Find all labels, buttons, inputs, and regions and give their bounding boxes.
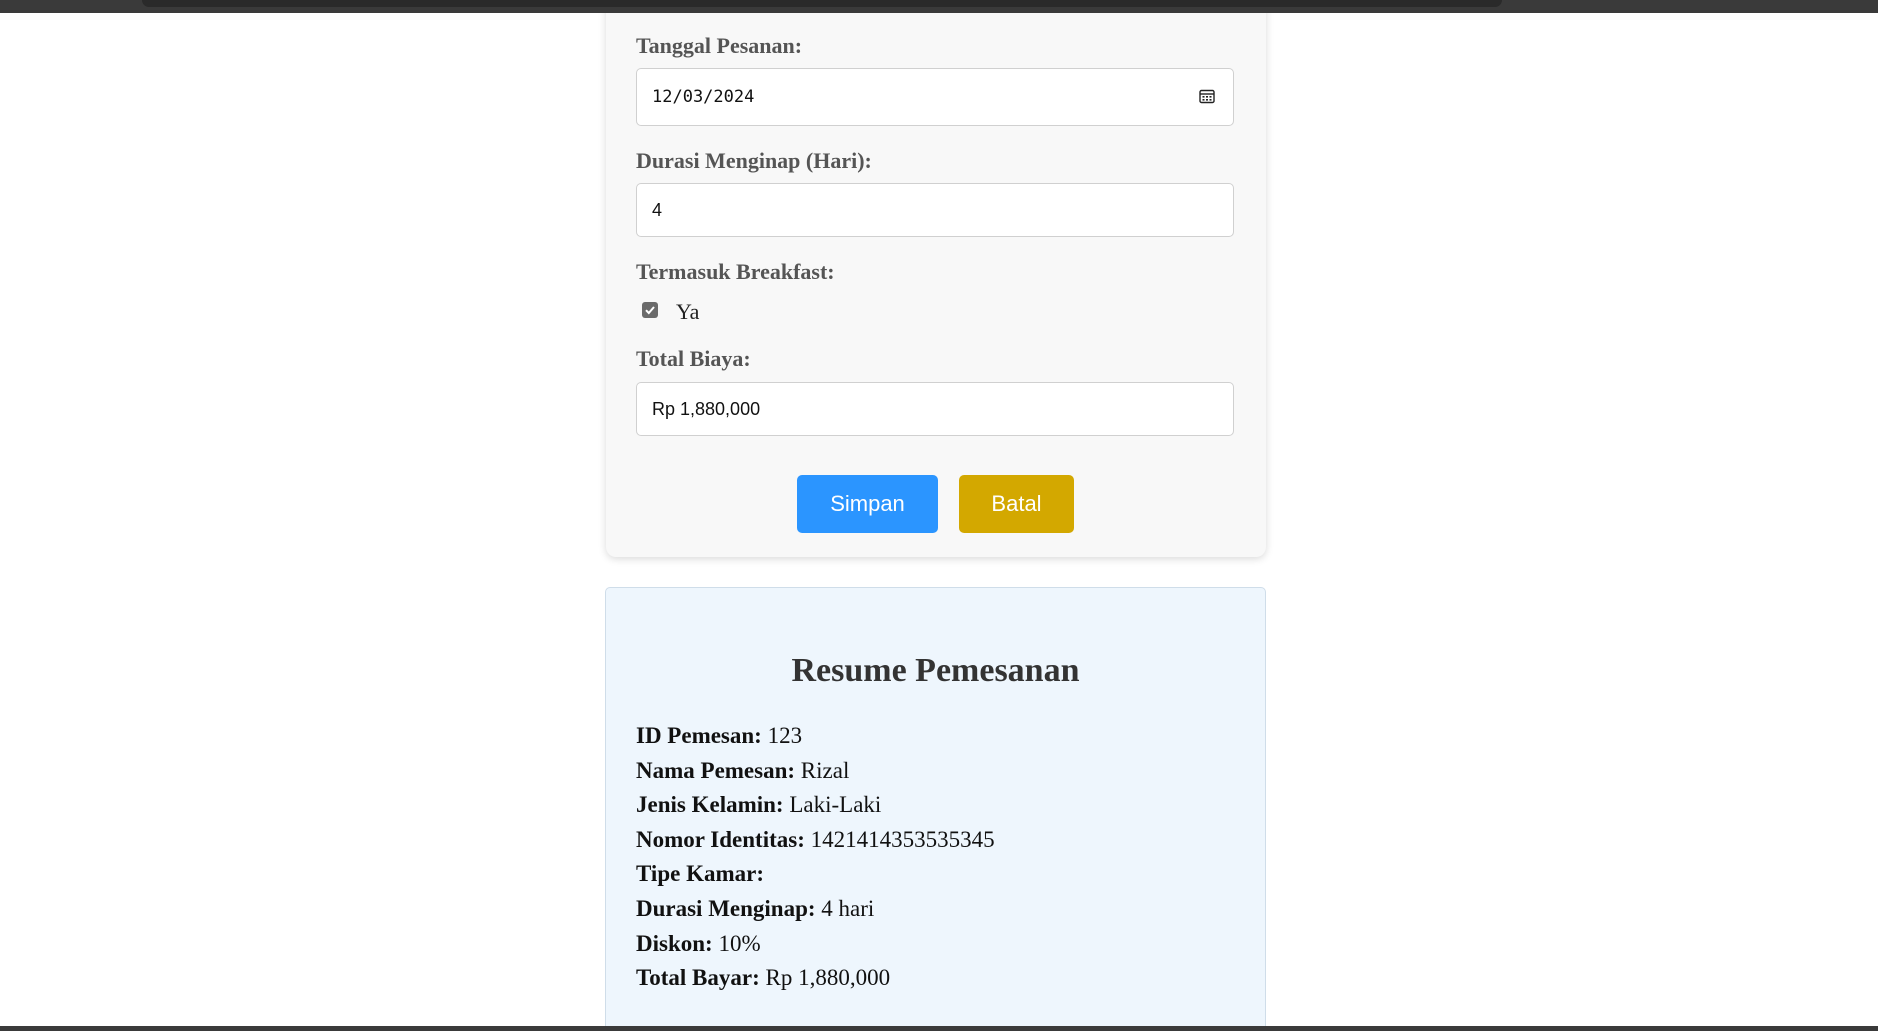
calendar-icon[interactable] [1199,88,1215,104]
total-cost-value: Rp 1,880,000 [652,398,761,419]
resume-item-identity-number: Nomor Identitas: 1421414353535345 [636,823,995,858]
resume-item-value: 4 hari [821,895,875,921]
browser-bottom-bar [0,1026,1878,1031]
resume-item-label: Nama Pemesan: [636,757,796,783]
resume-item-discount: Diskon: 10% [636,927,995,962]
resume-item-label: Nomor Identitas: [636,826,805,852]
browser-top-bar-edge [142,0,1502,7]
breakfast-checkbox-label: Ya [676,299,700,324]
browser-top-bar [0,0,1878,13]
resume-item-value: Laki-Laki [789,792,882,818]
resume-item-value: 1421414353535345 [810,826,995,852]
resume-list: ID Pemesan: 123 Nama Pemesan: Rizal Jeni… [636,719,995,996]
order-date-label: Tanggal Pesanan: [636,33,803,58]
resume-item-label: ID Pemesan: [636,723,762,748]
resume-item-name: Nama Pemesan: Rizal [636,754,995,789]
order-date-input[interactable]: 12/03/2024 [636,68,1234,126]
total-cost-label: Total Biaya: [636,346,751,371]
resume-item-id: ID Pemesan: 123 [636,719,995,754]
resume-item-label: Total Bayar: [636,965,760,991]
duration-input[interactable]: 4 [636,183,1234,237]
resume-item-duration: Durasi Menginap: 4 hari [636,892,995,927]
duration-label: Durasi Menginap (Hari): [636,148,872,173]
duration-value: 4 [652,199,663,220]
resume-item-label: Jenis Kelamin: [636,792,784,818]
resume-item-value: 10% [718,930,761,956]
resume-item-label: Tipe Kamar: [636,861,764,887]
page-viewport: Tanggal Pesanan: 12/03/2024 Durasi Mengi… [0,13,1878,1026]
resume-item-gender: Jenis Kelamin: Laki-Laki [636,788,995,823]
booking-resume-card: Resume Pemesanan ID Pemesan: 123 Nama Pe… [605,587,1266,1026]
booking-form-card: Tanggal Pesanan: 12/03/2024 Durasi Mengi… [606,13,1266,557]
resume-item-label: Diskon: [636,930,713,956]
total-cost-input[interactable]: Rp 1,880,000 [636,382,1234,436]
order-date-value: 12/03/2024 [652,87,755,107]
resume-item-room-type: Tipe Kamar: [636,857,995,892]
breakfast-checkbox[interactable] [642,302,658,318]
resume-item-value: 123 [767,723,803,748]
cancel-button[interactable]: Batal [959,475,1074,533]
breakfast-option[interactable]: Ya [642,297,700,324]
resume-item-value: Rp 1,880,000 [765,965,891,991]
resume-item-value: Rizal [800,757,850,783]
save-button[interactable]: Simpan [797,475,938,533]
breakfast-label: Termasuk Breakfast: [636,259,835,284]
resume-title: Resume Pemesanan [791,652,1080,689]
resume-item-label: Durasi Menginap: [636,895,816,921]
resume-item-total: Total Bayar: Rp 1,880,000 [636,961,995,996]
checkmark-icon [645,306,655,315]
